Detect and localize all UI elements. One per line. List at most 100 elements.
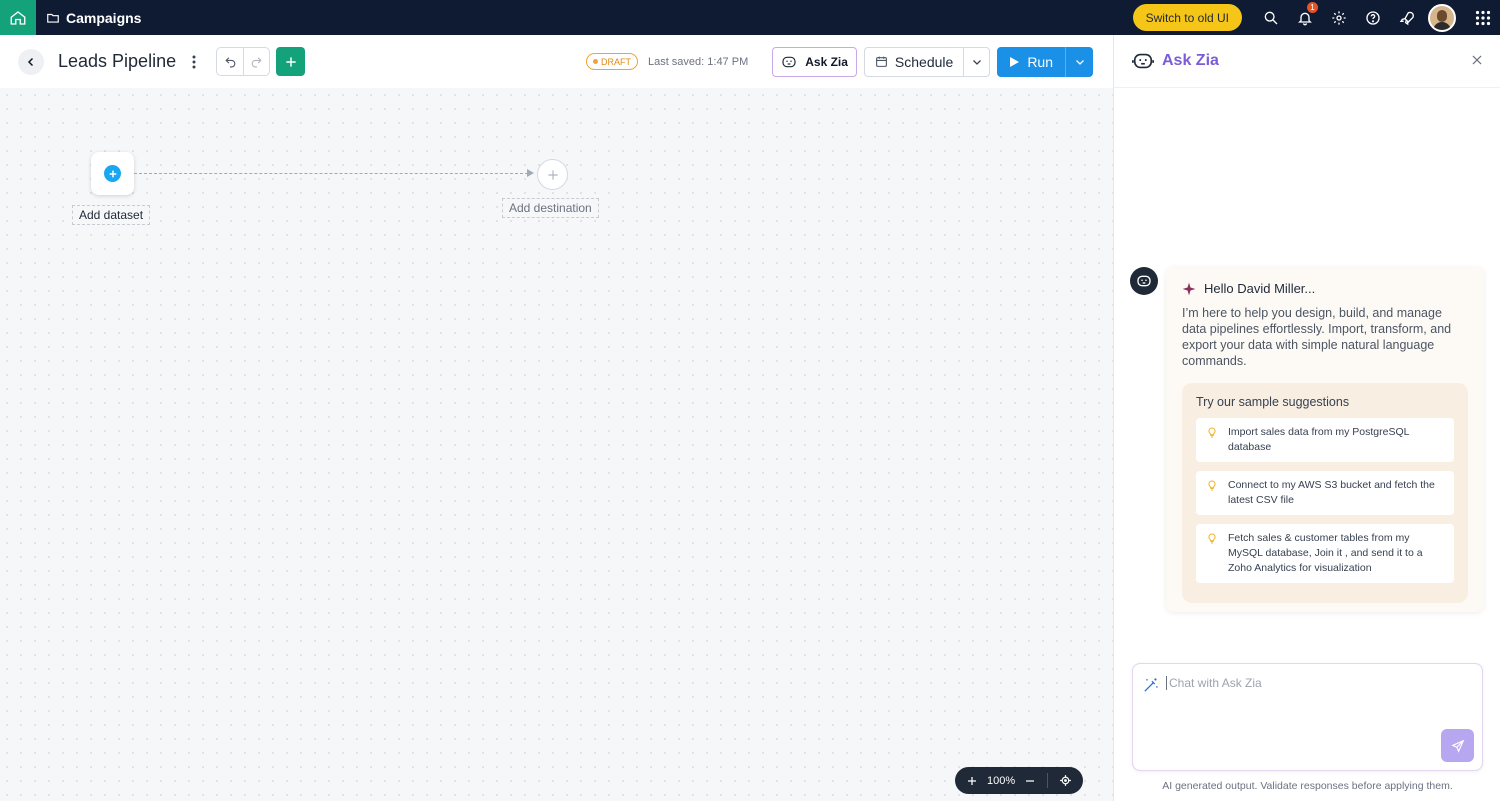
suggestion-text: Connect to my AWS S3 bucket and fetch th… bbox=[1228, 479, 1435, 506]
chevron-down-icon bbox=[972, 59, 981, 65]
chat-composer bbox=[1132, 663, 1483, 771]
rocket-icon bbox=[1399, 11, 1414, 25]
intro-text: I’m here to help you design, build, and … bbox=[1182, 306, 1452, 368]
zia-bot-icon bbox=[782, 56, 796, 67]
help-icon bbox=[1366, 10, 1380, 25]
pipeline-toolbar: Leads Pipeline DRAFT Last saved: 1:47 PM… bbox=[0, 35, 1113, 88]
ai-disclaimer: AI generated output. Validate responses … bbox=[1162, 780, 1453, 792]
zia-avatar bbox=[1130, 267, 1158, 295]
lightbulb-icon bbox=[1206, 531, 1220, 576]
chevron-left-icon bbox=[27, 57, 34, 66]
lightbulb-icon bbox=[1206, 478, 1220, 508]
magic-wand-icon bbox=[1142, 677, 1159, 699]
draft-label: DRAFT bbox=[600, 56, 631, 67]
plus-circle-icon bbox=[104, 165, 121, 182]
add-dataset-label[interactable]: Add dataset bbox=[72, 205, 151, 225]
suggestion-text: Fetch sales & customer tables from my My… bbox=[1228, 532, 1423, 574]
plus-icon bbox=[547, 169, 558, 180]
plus-icon bbox=[285, 56, 296, 67]
toolbar-actions: DRAFT Last saved: 1:47 PM Ask Zia Schedu… bbox=[585, 35, 1093, 88]
whats-new-button[interactable] bbox=[1390, 0, 1424, 35]
zoom-divider bbox=[1047, 773, 1049, 788]
zoom-controls: 100% bbox=[955, 767, 1083, 794]
undo-redo-group bbox=[216, 47, 271, 76]
run-label: Run bbox=[1027, 53, 1053, 70]
suggestions-box: Try our sample suggestions Import sales … bbox=[1182, 383, 1468, 603]
zoom-in-button[interactable] bbox=[961, 775, 983, 787]
draft-dot-icon bbox=[592, 59, 598, 64]
undo-button[interactable] bbox=[217, 48, 243, 75]
send-icon bbox=[1450, 739, 1464, 753]
home-icon bbox=[10, 10, 26, 25]
pipeline-canvas[interactable]: Add dataset Add destination 100% bbox=[0, 88, 1113, 801]
suggestions-title: Try our sample suggestions bbox=[1196, 395, 1350, 409]
minus-icon bbox=[1026, 779, 1035, 782]
panel-title: Ask Zia bbox=[1162, 52, 1219, 69]
folder-icon bbox=[47, 13, 59, 23]
redo-button[interactable] bbox=[243, 48, 269, 75]
search-icon bbox=[1264, 11, 1278, 24]
lightbulb-icon bbox=[1206, 425, 1220, 455]
grid-icon bbox=[1475, 10, 1491, 25]
zia-message: Hello David Miller... I’m here to help y… bbox=[1166, 267, 1484, 612]
fit-to-screen-button[interactable] bbox=[1054, 774, 1076, 787]
close-panel-button[interactable] bbox=[1470, 53, 1484, 72]
gear-icon bbox=[1332, 10, 1346, 25]
ask-zia-button[interactable]: Ask Zia bbox=[772, 46, 857, 77]
zia-bot-icon bbox=[1132, 53, 1154, 69]
add-node-button[interactable] bbox=[276, 47, 306, 76]
switch-old-ui-button[interactable]: Switch to old UI bbox=[1132, 4, 1242, 31]
user-avatar[interactable] bbox=[1428, 3, 1456, 32]
add-dataset-node[interactable] bbox=[91, 152, 134, 195]
schedule-group: Schedule bbox=[863, 46, 991, 77]
crosshair-icon bbox=[1059, 775, 1071, 786]
zoom-out-button[interactable] bbox=[1019, 775, 1041, 787]
back-button[interactable] bbox=[18, 48, 44, 75]
notification-badge: 1 bbox=[1307, 2, 1318, 13]
panel-header: Ask Zia bbox=[1114, 35, 1500, 88]
nav-actions: Switch to old UI 1 bbox=[1132, 0, 1500, 35]
run-button[interactable]: Run bbox=[997, 46, 1065, 77]
arrow-head-icon bbox=[527, 169, 534, 177]
chat-input[interactable] bbox=[1166, 676, 1466, 690]
add-destination-node[interactable] bbox=[537, 159, 568, 190]
home-button[interactable] bbox=[0, 0, 36, 35]
greeting-text: Hello David Miller... bbox=[1204, 281, 1316, 296]
last-saved-text: Last saved: 1:47 PM bbox=[647, 55, 749, 68]
ask-zia-label: Ask Zia bbox=[805, 54, 848, 69]
redo-icon bbox=[251, 57, 262, 68]
search-button[interactable] bbox=[1254, 0, 1288, 35]
kebab-icon bbox=[192, 55, 196, 68]
close-icon bbox=[1472, 55, 1482, 65]
sparkle-icon bbox=[1182, 282, 1196, 295]
schedule-button[interactable]: Schedule bbox=[865, 48, 963, 76]
chevron-down-icon bbox=[1075, 59, 1084, 65]
add-destination-label[interactable]: Add destination bbox=[502, 198, 599, 218]
suggestion-text: Import sales data from my PostgreSQL dat… bbox=[1228, 426, 1410, 453]
send-button[interactable] bbox=[1441, 729, 1474, 762]
ask-zia-panel: Ask Zia Hello David Miller... I’m here t… bbox=[1113, 35, 1500, 801]
run-group: Run bbox=[997, 46, 1093, 77]
zia-bot-icon bbox=[1137, 275, 1151, 287]
settings-button[interactable] bbox=[1322, 0, 1356, 35]
node-connector bbox=[134, 173, 528, 174]
undo-icon bbox=[224, 57, 235, 68]
breadcrumb-label: Campaigns bbox=[66, 9, 142, 26]
breadcrumb[interactable]: Campaigns bbox=[46, 10, 141, 26]
apps-button[interactable] bbox=[1466, 0, 1500, 35]
top-nav: Campaigns Switch to old UI 1 bbox=[0, 0, 1500, 35]
calendar-icon bbox=[876, 56, 887, 67]
suggestion-item[interactable]: Fetch sales & customer tables from my My… bbox=[1196, 524, 1454, 583]
schedule-dropdown-button[interactable] bbox=[963, 47, 989, 76]
suggestion-item[interactable]: Connect to my AWS S3 bucket and fetch th… bbox=[1196, 471, 1454, 515]
notifications-button[interactable]: 1 bbox=[1288, 0, 1322, 35]
more-options-button[interactable] bbox=[188, 55, 200, 69]
suggestion-item[interactable]: Import sales data from my PostgreSQL dat… bbox=[1196, 418, 1454, 462]
greeting-row: Hello David Miller... bbox=[1182, 281, 1468, 296]
pipeline-title[interactable]: Leads Pipeline bbox=[58, 51, 176, 72]
run-dropdown-button[interactable] bbox=[1065, 46, 1093, 77]
schedule-label: Schedule bbox=[894, 53, 954, 70]
plus-icon bbox=[968, 776, 976, 785]
play-icon bbox=[1010, 56, 1020, 67]
help-button[interactable] bbox=[1356, 0, 1390, 35]
